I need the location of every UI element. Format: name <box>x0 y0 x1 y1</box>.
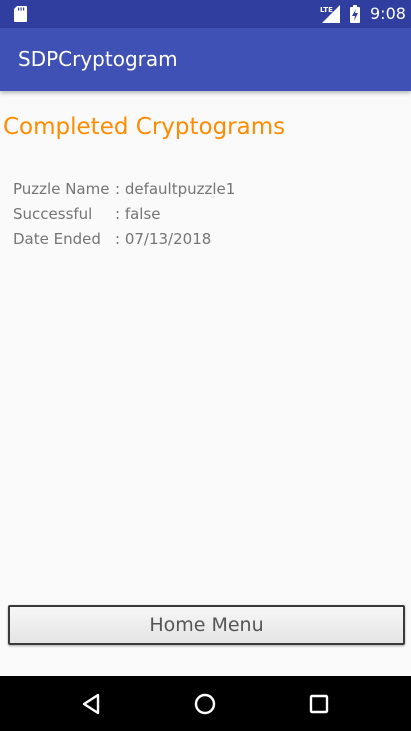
app-bar: SDPCryptogram <box>0 28 411 91</box>
detail-row-date-ended: Date Ended : 07/13/2018 <box>13 227 235 252</box>
detail-value: : defaultpuzzle1 <box>115 180 236 198</box>
page-title: Completed Cryptograms <box>3 114 286 140</box>
detail-value: : 07/13/2018 <box>115 230 212 248</box>
status-time: 9:08 <box>370 4 406 23</box>
home-menu-button[interactable]: Home Menu <box>8 605 405 645</box>
detail-value: : false <box>115 205 161 223</box>
svg-text:LTE: LTE <box>320 6 333 14</box>
home-icon[interactable] <box>191 690 219 718</box>
back-icon[interactable] <box>78 690 106 718</box>
app-title: SDPCryptogram <box>18 47 178 71</box>
puzzle-details: Puzzle Name : defaultpuzzle1 Successful … <box>13 177 235 252</box>
detail-row-puzzle-name: Puzzle Name : defaultpuzzle1 <box>13 177 235 202</box>
detail-label: Date Ended <box>13 230 101 248</box>
detail-row-successful: Successful : false <box>13 202 235 227</box>
screen: LTE 9:08 SDPCryptogram Completed Cryptog… <box>0 0 411 731</box>
detail-label: Puzzle Name <box>13 180 110 198</box>
status-bar: LTE 9:08 <box>0 0 411 28</box>
lte-signal-icon: LTE <box>320 5 340 23</box>
battery-charging-icon <box>350 5 360 23</box>
detail-label: Successful <box>13 205 93 223</box>
navigation-bar <box>0 676 411 731</box>
recents-icon[interactable] <box>305 690 333 718</box>
sd-card-icon <box>14 6 27 22</box>
